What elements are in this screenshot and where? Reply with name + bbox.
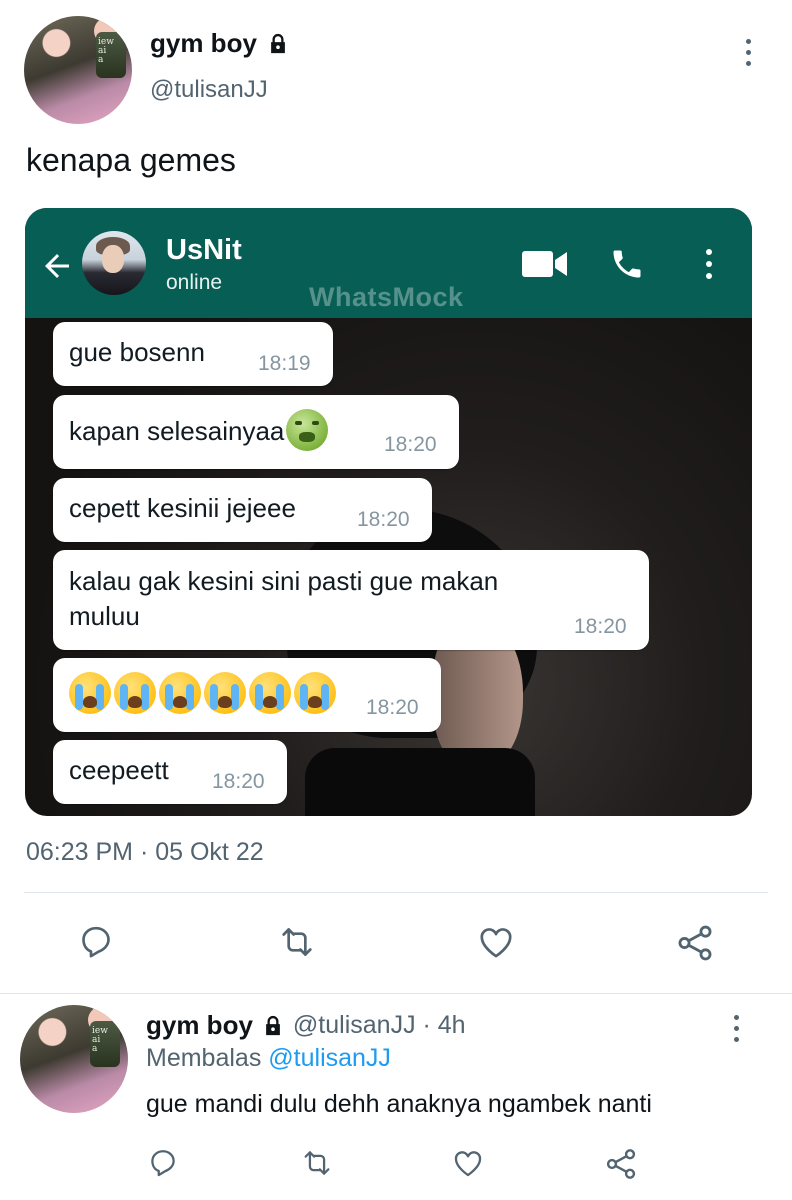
- handle[interactable]: @tulisanJJ: [150, 76, 268, 104]
- message-text: cepett kesinii jejeee: [69, 493, 296, 523]
- reply-author-row: gym boy @tulisanJJ · 4h: [146, 1010, 466, 1041]
- whatsapp-header: UsNit online WhatsMock: [25, 208, 752, 318]
- replying-to-handle[interactable]: @tulisanJJ: [268, 1044, 391, 1072]
- reply-share-button[interactable]: [603, 1146, 639, 1182]
- loudly-crying-face-icon: [69, 672, 111, 714]
- nauseated-face-icon: [286, 409, 329, 452]
- loudly-crying-face-icon: [249, 672, 291, 714]
- message-text: ceepeett: [69, 755, 169, 785]
- avatar-jar-label: iew ai a: [92, 1026, 108, 1054]
- loudly-crying-face-icon: [159, 672, 201, 714]
- avatar-jar: iew ai a: [96, 32, 126, 78]
- retweet-icon: [282, 928, 312, 956]
- chat-message: ceepeett 18:20: [53, 740, 287, 804]
- display-name[interactable]: gym boy: [150, 28, 257, 59]
- reply-more-icon[interactable]: [724, 1008, 748, 1048]
- chat-menu-icon: [701, 244, 717, 284]
- replying-to-label: Membalas: [146, 1044, 262, 1072]
- divider: [0, 993, 792, 994]
- share-icon: [678, 925, 712, 961]
- chat-message: gue bosenn 18:19: [53, 322, 333, 386]
- loudly-crying-face-icon: [114, 672, 156, 714]
- message-time: 18:20: [366, 696, 419, 719]
- like-button[interactable]: [476, 922, 516, 962]
- tweet-avatar[interactable]: iew ai a: [24, 16, 132, 124]
- heart-icon: [480, 928, 512, 958]
- more-icon[interactable]: [736, 32, 760, 72]
- reply-like-button[interactable]: [451, 1146, 485, 1180]
- message-text-line2: muluu: [69, 601, 140, 631]
- retweet-button[interactable]: [275, 922, 319, 962]
- chat-message: kapan selesainyaa 18:20: [53, 395, 459, 469]
- loudly-crying-face-icon: [204, 672, 246, 714]
- video-call-icon: [522, 251, 567, 277]
- tweet-media-image[interactable]: UsNit online WhatsMock gue bosenn 18:19 …: [25, 208, 752, 816]
- contact-avatar: [82, 231, 146, 295]
- avatar-jar-label: iew ai a: [98, 37, 114, 65]
- reply-retweet-button[interactable]: [298, 1146, 336, 1180]
- message-time: 18:20: [212, 770, 265, 793]
- phone-icon: [613, 250, 641, 278]
- reply-reply-button[interactable]: [146, 1146, 180, 1180]
- tweet-text: kenapa gemes: [26, 142, 236, 178]
- loudly-crying-face-icon: [294, 672, 336, 714]
- reply-display-name[interactable]: gym boy: [146, 1010, 253, 1041]
- lock-icon: [271, 33, 285, 53]
- message-time: 18:19: [258, 352, 311, 375]
- back-arrow-icon: [45, 254, 69, 278]
- contact-status: online: [166, 271, 223, 294]
- replying-to: Membalas @tulisanJJ: [146, 1044, 391, 1073]
- chat-message: 18:20: [53, 658, 441, 732]
- wallpaper-collar: [305, 748, 535, 816]
- message-time: 18:20: [384, 433, 437, 456]
- message-text: gue bosenn: [69, 337, 205, 367]
- reply-text: gue mandi dulu dehh anaknya ngambek nant…: [146, 1090, 652, 1118]
- emoji-row: [69, 672, 339, 714]
- comment-icon: [151, 1150, 175, 1177]
- tweet-timestamp[interactable]: 06:23 PM · 05 Okt 22: [26, 838, 264, 867]
- message-text-content: kapan selesainyaa: [69, 416, 285, 446]
- tweet-author-row: gym boy: [150, 28, 289, 59]
- share-icon: [606, 1149, 636, 1179]
- chat-message: cepett kesinii jejeee 18:20: [53, 478, 432, 542]
- reply-avatar[interactable]: iew ai a: [20, 1005, 128, 1113]
- divider: [24, 892, 768, 893]
- share-button[interactable]: [674, 922, 716, 964]
- message-time: 18:20: [574, 615, 627, 638]
- message-text-line1: kalau gak kesini sini pasti gue makan: [69, 566, 499, 596]
- message-text: kapan selesainyaa: [69, 409, 329, 452]
- heart-icon: [454, 1151, 482, 1177]
- chat-message: kalau gak kesini sini pasti gue makan mu…: [53, 550, 649, 650]
- lock-icon: [266, 1015, 280, 1035]
- reply-handle-time[interactable]: @tulisanJJ · 4h: [293, 1011, 466, 1040]
- reply-button[interactable]: [76, 922, 116, 962]
- retweet-icon: [304, 1151, 330, 1175]
- comment-icon: [82, 926, 110, 958]
- contact-name: UsNit: [166, 234, 242, 266]
- message-time: 18:20: [357, 508, 410, 531]
- watermark: WhatsMock: [309, 282, 464, 312]
- avatar-jar: iew ai a: [90, 1021, 120, 1067]
